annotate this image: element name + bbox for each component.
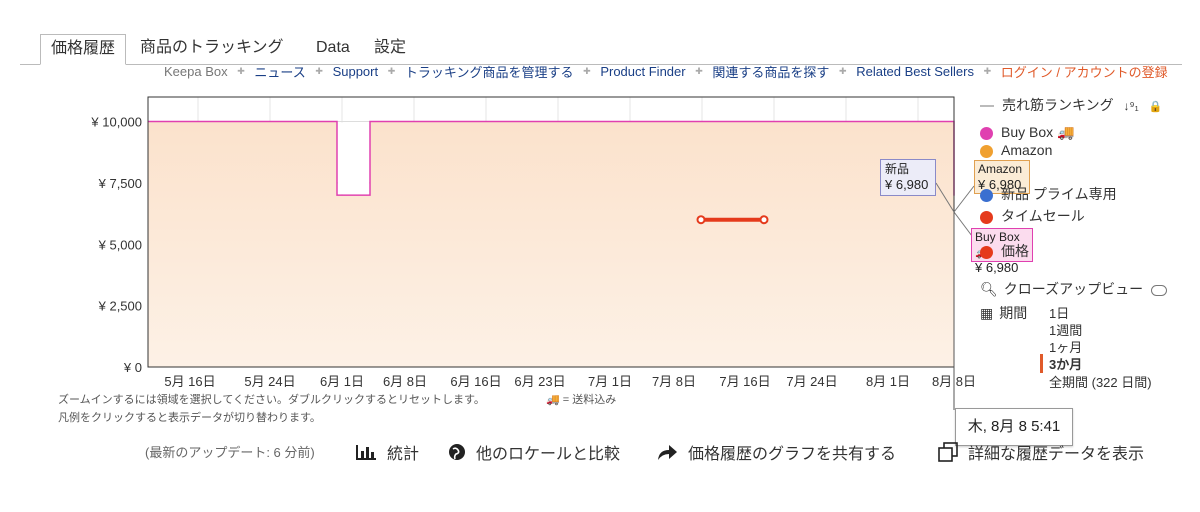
close-up-toggle[interactable]: 🔍︎ クローズアップビュー bbox=[980, 279, 1167, 299]
tooltip-connector bbox=[953, 211, 973, 237]
y-tick-label: ¥ 0 bbox=[123, 360, 142, 375]
legend-price[interactable]: 価格 bbox=[980, 241, 1029, 261]
lightning-deal-point bbox=[759, 215, 769, 225]
legend-amazon[interactable]: Amazon bbox=[980, 142, 1052, 158]
legend-dot-icon bbox=[980, 210, 993, 224]
legend-buybox[interactable]: Buy Box 🚚 bbox=[980, 124, 1074, 141]
sort-icon[interactable]: ↓⁹₁ bbox=[1123, 99, 1138, 113]
legend-dot-icon bbox=[980, 144, 993, 158]
tooltip-label: Amazon bbox=[978, 162, 1023, 176]
legend-label: 新品 プライム専用 bbox=[1001, 186, 1117, 202]
buybox-dip-gap bbox=[338, 122, 369, 195]
y-axis-labels: ¥ 0 ¥ 2,500 ¥ 5,000 ¥ 7,500 ¥ 10,000 bbox=[90, 115, 142, 375]
copy-icon bbox=[938, 442, 958, 467]
toggle-icon[interactable] bbox=[1150, 284, 1167, 296]
show-history-data-button[interactable]: 詳細な履歴データを表示 bbox=[938, 440, 1144, 467]
y-tick-label: ¥ 7,500 bbox=[98, 176, 142, 191]
legend-lightning-deal[interactable]: タイムセール bbox=[980, 206, 1085, 226]
close-up-label: クローズアップビュー bbox=[1003, 281, 1144, 297]
bar-chart-icon bbox=[355, 443, 377, 466]
price-area-fill bbox=[148, 121, 954, 367]
legend-new-prime[interactable]: 新品 プライム専用 bbox=[980, 184, 1117, 204]
x-tick-label: 7月 8日 bbox=[652, 374, 696, 389]
details-label: 詳細な履歴データを表示 bbox=[968, 446, 1145, 463]
legend-label: 価格 bbox=[1001, 243, 1029, 259]
x-tick-label: 6月 8日 bbox=[383, 374, 427, 389]
x-tick-label: 6月 1日 bbox=[320, 374, 364, 389]
share-label: 価格履歴のグラフを共有する bbox=[688, 446, 897, 463]
line-icon bbox=[980, 105, 994, 108]
tooltip-label: 新品 bbox=[885, 162, 910, 176]
y-tick-label: ¥ 5,000 bbox=[98, 237, 142, 252]
x-tick-label: 7月 24日 bbox=[786, 374, 837, 389]
legend-label: タイムセール bbox=[1001, 208, 1085, 224]
period-all[interactable]: 全期間 (322 日間) bbox=[1049, 372, 1152, 391]
legend-label: Buy Box 🚚 bbox=[1001, 124, 1075, 140]
legend-dot-icon bbox=[980, 245, 993, 259]
x-tick-label: 6月 23日 bbox=[514, 374, 565, 389]
x-tick-label: 8月 1日 bbox=[866, 374, 910, 389]
stats-button[interactable]: 統計 bbox=[355, 440, 419, 466]
period-3m-selected[interactable]: 3か月 bbox=[1040, 354, 1082, 373]
legend-label: 売れ筋ランキング bbox=[1002, 97, 1114, 113]
compare-locales-button[interactable]: 他のロケールと比較 bbox=[448, 440, 620, 466]
legend-sales-rank[interactable]: 売れ筋ランキング ↓⁹₁ 🔒 bbox=[980, 95, 1162, 115]
share-chart-button[interactable]: 価格履歴のグラフを共有する bbox=[656, 440, 896, 466]
tooltip-connector bbox=[953, 185, 975, 213]
x-axis-labels: 5月 16日 5月 24日 6月 1日 6月 8日 6月 16日 6月 23日 7月 1日 7… bbox=[164, 374, 976, 389]
legend-label: Amazon bbox=[1001, 142, 1053, 158]
globe-icon bbox=[448, 443, 466, 466]
tooltip-value: ¥ 6,980 bbox=[885, 177, 929, 192]
last-update: (最新のアップデート: 6 分前) bbox=[145, 445, 315, 460]
shipping-note: 🚚 = 送料込み bbox=[546, 394, 617, 406]
period-label: 期間 bbox=[999, 305, 1028, 321]
zoom-note: ズームインするには領域を選択してください。ダブルクリックするとリセットします。 bbox=[58, 394, 485, 406]
period-header: ▦ 期間 bbox=[980, 303, 1027, 323]
share-arrow-icon bbox=[656, 443, 678, 466]
legend-dot-icon bbox=[980, 126, 993, 140]
tooltip-value: ¥ 6,980 bbox=[975, 260, 1019, 275]
calendar-icon: ▦ bbox=[980, 305, 994, 321]
x-tick-label: 7月 16日 bbox=[719, 374, 770, 389]
y-tick-label: ¥ 10,000 bbox=[90, 115, 142, 130]
tooltip-new: 新品 ¥ 6,980 bbox=[880, 159, 936, 196]
x-tick-label: 5月 16日 bbox=[164, 374, 215, 389]
x-tick-label: 6月 16日 bbox=[450, 374, 501, 389]
search-icon: 🔍︎ bbox=[980, 281, 998, 297]
legend-hint: 凡例をクリックすると表示データが切り替わります。 bbox=[58, 412, 321, 424]
compare-label: 他のロケールと比較 bbox=[476, 446, 621, 463]
x-tick-label: 7月 1日 bbox=[588, 374, 632, 389]
y-tick-label: ¥ 2,500 bbox=[98, 299, 142, 314]
lock-icon: 🔒 bbox=[1148, 101, 1163, 113]
x-tick-label: 5月 24日 bbox=[244, 374, 295, 389]
lightning-deal-point bbox=[696, 215, 706, 225]
legend-dot-icon bbox=[980, 188, 993, 202]
stats-label: 統計 bbox=[387, 446, 420, 463]
